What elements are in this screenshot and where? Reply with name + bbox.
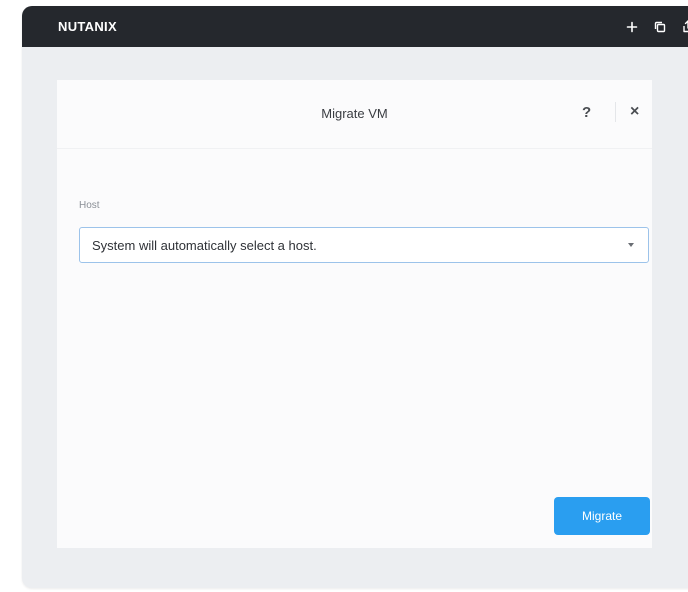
host-field-label: Host <box>79 200 100 211</box>
copy-button[interactable] <box>646 6 674 47</box>
share-icon <box>683 20 688 33</box>
title-bar-actions <box>618 6 688 47</box>
host-select[interactable]: System will automatically select a host. <box>79 227 649 263</box>
copy-icon <box>654 21 666 32</box>
host-select-value: System will automatically select a host. <box>92 238 317 253</box>
dialog-title: Migrate VM <box>321 106 388 121</box>
plus-icon <box>626 21 638 32</box>
close-button[interactable]: × <box>630 104 639 120</box>
header-divider <box>615 102 616 122</box>
brand-logo: NUTANIX <box>58 19 117 34</box>
migrate-button[interactable]: Migrate <box>554 497 650 535</box>
title-bar: NUTANIX <box>22 6 688 47</box>
share-button[interactable] <box>674 6 688 47</box>
new-window-button[interactable] <box>618 6 646 47</box>
migrate-vm-dialog: Migrate VM ? × Host System will automati… <box>57 80 652 548</box>
dialog-header: Migrate VM ? × <box>57 80 652 149</box>
caret-down-icon <box>628 243 634 247</box>
app-window: NUTANIX Migrate VM ? × Host System will … <box>22 6 688 588</box>
help-button[interactable]: ? <box>582 104 591 121</box>
close-icon: × <box>630 103 640 120</box>
